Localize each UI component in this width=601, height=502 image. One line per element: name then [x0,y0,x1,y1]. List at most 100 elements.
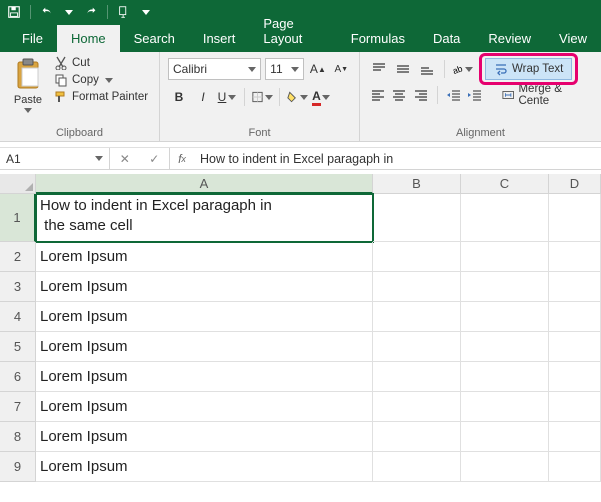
cell[interactable]: Lorem Ipsum [36,362,373,392]
cell[interactable] [461,392,549,422]
font-size-select[interactable]: 11 [265,58,304,80]
cell[interactable]: Lorem Ipsum [36,422,373,452]
align-bottom-icon[interactable] [416,59,438,79]
align-center-icon[interactable] [390,85,410,105]
tab-page-layout[interactable]: Page Layout [249,10,336,52]
align-top-icon[interactable] [368,59,390,79]
touch-mode-icon[interactable] [114,2,134,22]
cut-button[interactable]: Cut [54,56,148,70]
redo-icon[interactable] [81,2,101,22]
orientation-icon[interactable]: ab [451,59,473,79]
row-header[interactable]: 2 [0,242,36,272]
merge-center-button[interactable]: Merge & Cente [496,84,593,106]
align-right-icon[interactable] [411,85,431,105]
align-middle-icon[interactable] [392,59,414,79]
cell[interactable]: Lorem Ipsum [36,302,373,332]
tab-search[interactable]: Search [120,25,189,52]
col-header-b[interactable]: B [373,174,461,194]
cell[interactable]: Lorem Ipsum [36,332,373,362]
tab-formulas[interactable]: Formulas [337,25,419,52]
cell[interactable] [549,194,601,242]
enter-formula-icon[interactable]: ✓ [149,152,159,166]
col-header-c[interactable]: C [461,174,549,194]
undo-icon[interactable] [37,2,57,22]
save-icon[interactable] [4,2,24,22]
select-all-corner[interactable] [0,174,36,194]
cell[interactable] [461,242,549,272]
name-box[interactable]: A1 [0,148,110,169]
row-header[interactable]: 5 [0,332,36,362]
fx-icon[interactable]: fx [170,148,194,169]
name-box-value: A1 [6,152,21,166]
qat-customize-icon[interactable] [140,2,152,22]
cell[interactable] [373,362,461,392]
cancel-formula-icon[interactable]: ✕ [120,152,130,166]
cell[interactable]: Lorem Ipsum [36,392,373,422]
cell[interactable] [373,272,461,302]
cell[interactable] [549,392,601,422]
italic-button[interactable]: I [192,86,214,108]
bold-button[interactable]: B [168,86,190,108]
paste-button[interactable]: Paste [8,56,48,113]
cell[interactable] [549,272,601,302]
cell[interactable] [461,422,549,452]
row-header[interactable]: 6 [0,362,36,392]
cell[interactable] [461,452,549,482]
row-header[interactable]: 1 [0,194,36,242]
cell[interactable]: Lorem Ipsum [36,272,373,302]
cell[interactable]: How to indent in Excel paragaph in the s… [36,194,373,242]
cell[interactable] [373,194,461,242]
decrease-font-icon[interactable]: A▼ [332,59,351,79]
col-header-a[interactable]: A [36,174,373,194]
cell[interactable] [373,332,461,362]
tab-insert[interactable]: Insert [189,25,250,52]
increase-indent-icon[interactable] [465,85,485,105]
border-button[interactable] [251,86,273,108]
cell[interactable]: Lorem Ipsum [36,242,373,272]
cell[interactable] [461,272,549,302]
tab-data[interactable]: Data [419,25,474,52]
row-header[interactable]: 4 [0,302,36,332]
decrease-indent-icon[interactable] [444,85,464,105]
row-header[interactable]: 8 [0,422,36,452]
fill-color-button[interactable] [286,86,308,108]
copy-button[interactable]: Copy [54,73,148,87]
font-color-button[interactable]: A [310,86,332,108]
format-painter-button[interactable]: Format Painter [54,90,148,104]
row-header[interactable]: 9 [0,452,36,482]
cell[interactable] [373,422,461,452]
cell[interactable] [549,422,601,452]
cell[interactable] [549,302,601,332]
row-header[interactable]: 7 [0,392,36,422]
tab-review[interactable]: Review [474,25,545,52]
row-header[interactable]: 3 [0,272,36,302]
cell[interactable] [461,362,549,392]
cell[interactable] [461,302,549,332]
font-name-select[interactable]: Calibri [168,58,261,80]
table-row: 5Lorem Ipsum [0,332,601,362]
increase-font-icon[interactable]: A▲ [308,59,327,79]
formula-input[interactable]: How to indent in Excel paragaph in [194,148,601,169]
underline-button[interactable]: U [216,86,238,108]
cell[interactable]: Lorem Ipsum [36,452,373,482]
cell[interactable] [549,332,601,362]
cell[interactable] [461,194,549,242]
cell[interactable] [373,242,461,272]
cell[interactable] [549,452,601,482]
font-group-label: Font [168,125,351,141]
cell[interactable] [549,242,601,272]
tab-view[interactable]: View [545,25,601,52]
undo-dropdown-icon[interactable] [63,2,75,22]
cell[interactable] [549,362,601,392]
cell[interactable] [461,332,549,362]
cell[interactable] [373,452,461,482]
tab-home[interactable]: Home [57,25,120,52]
format-painter-label: Format Painter [72,91,148,103]
col-header-d[interactable]: D [549,174,601,194]
tab-file[interactable]: File [8,25,57,52]
table-row: 8Lorem Ipsum [0,422,601,452]
cell[interactable] [373,302,461,332]
align-left-icon[interactable] [368,85,388,105]
cell[interactable] [373,392,461,422]
ribbon-tabs: File Home Search Insert Page Layout Form… [0,24,601,52]
